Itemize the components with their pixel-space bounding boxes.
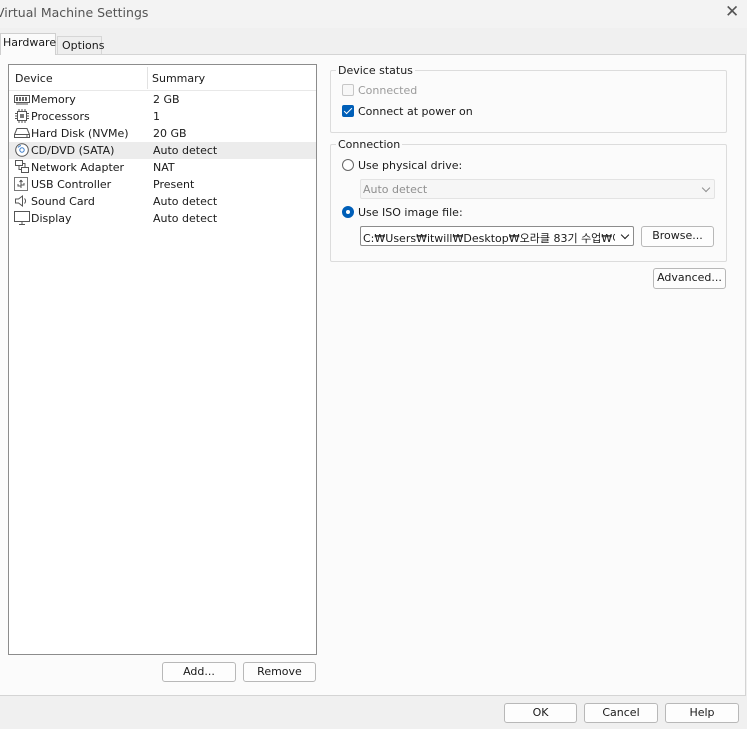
use-physical-drive-label: Use physical drive: [358,159,463,172]
cd-dvd-icon [15,143,29,157]
monitor-icon [14,211,30,225]
device-summary: Present [153,178,195,191]
physical-drive-select[interactable]: Auto detect [360,179,715,199]
device-list-header: Device Summary [9,65,316,91]
device-name: Memory [31,93,76,106]
window-title: Virtual Machine Settings [0,5,149,20]
iso-image-path-value: C:₩Users₩itwill₩Desktop₩오라클 83기 수업₩이: [363,232,615,245]
device-row-sound-card[interactable]: Sound Card Auto detect [9,193,316,210]
device-name: Sound Card [31,195,95,208]
device-summary: 1 [153,110,160,123]
use-iso-image-label: Use ISO image file: [358,206,463,219]
cancel-button[interactable]: Cancel [584,703,658,723]
column-header-summary[interactable]: Summary [152,72,205,85]
device-summary: NAT [153,161,175,174]
device-name: Display [31,212,72,225]
network-adapter-icon [15,160,29,173]
connection-label: Connection [336,138,403,151]
ok-button[interactable]: OK [504,703,577,723]
remove-button[interactable]: Remove [243,662,316,682]
device-row-usb-controller[interactable]: USB Controller Present [9,176,316,193]
device-row-display[interactable]: Display Auto detect [9,210,316,227]
device-summary: 2 GB [153,93,180,106]
hard-disk-icon [14,128,30,138]
connected-checkbox[interactable] [342,84,354,96]
device-row-network-adapter[interactable]: Network Adapter NAT [9,159,316,176]
device-row-memory[interactable]: Memory 2 GB [9,91,316,108]
tab-hardware[interactable]: Hardware [0,33,56,55]
speaker-icon [15,195,27,207]
column-header-device[interactable]: Device [15,72,53,85]
device-list[interactable]: Device Summary Memory 2 GB Processors 1 … [8,64,317,655]
device-name: CD/DVD (SATA) [31,144,115,157]
connect-at-power-on-label: Connect at power on [358,105,473,118]
connected-label: Connected [358,84,418,97]
help-button[interactable]: Help [665,703,739,723]
title-bar: Virtual Machine Settings ✕ [0,0,747,28]
processor-icon [15,109,29,123]
device-name: Hard Disk (NVMe) [31,127,129,140]
chevron-down-icon [620,230,630,240]
device-name: USB Controller [31,178,112,191]
device-row-hard-disk[interactable]: Hard Disk (NVMe) 20 GB [9,125,316,142]
device-summary: Auto detect [153,212,218,225]
use-iso-image-radio[interactable] [342,206,354,218]
device-summary: Auto detect [153,195,218,208]
add-button[interactable]: Add... [162,662,236,682]
device-row-processors[interactable]: Processors 1 [9,108,316,125]
device-name: Processors [31,110,90,123]
usb-icon [14,177,28,191]
device-summary: 20 GB [153,127,187,140]
device-summary: Auto detect [153,144,218,157]
device-name: Network Adapter [31,161,125,174]
browse-button[interactable]: Browse... [641,226,714,247]
iso-image-path-combo[interactable]: C:₩Users₩itwill₩Desktop₩오라클 83기 수업₩이: [360,226,634,246]
device-status-group [330,70,727,133]
device-row-cd-dvd[interactable]: CD/DVD (SATA) Auto detect [9,142,316,159]
physical-drive-value: Auto detect [363,183,428,196]
use-physical-drive-radio[interactable] [342,159,354,171]
tab-options[interactable]: Options [57,36,104,55]
close-icon[interactable]: ✕ [725,3,739,21]
column-divider[interactable] [147,67,148,89]
chevron-down-icon [701,183,711,193]
memory-icon [14,95,30,105]
device-status-label: Device status [336,64,415,77]
connect-at-power-on-checkbox[interactable] [342,105,354,117]
advanced-button[interactable]: Advanced... [653,268,726,289]
